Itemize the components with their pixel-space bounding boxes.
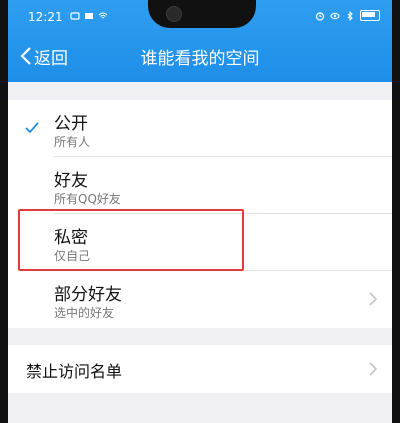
notification-icon (70, 12, 80, 20)
message-icon (85, 13, 93, 19)
status-time: 12:21 (28, 10, 63, 24)
eye-icon (330, 12, 340, 19)
page-title: 谁能看我的空间 (140, 49, 260, 69)
status-left-icons (70, 11, 108, 21)
highlight-box (18, 209, 244, 271)
phone-bezel-left (0, 0, 8, 423)
status-right-icons (315, 10, 380, 21)
option-subtitle: 所有QQ好友 (54, 192, 121, 206)
option-title: 部分好友 (54, 285, 122, 305)
alarm-icon (315, 11, 325, 21)
screen-notch (148, 0, 256, 28)
blocklist-label: 禁止访问名单 (26, 362, 123, 381)
app-header: 12:21 返回 谁能看我的空间 (8, 0, 392, 82)
option-subtitle: 所有人 (54, 135, 91, 149)
option-title: 公开 (54, 114, 88, 134)
front-camera (166, 6, 182, 22)
chevron-right-icon (369, 292, 378, 306)
option-public[interactable]: 公开 所有人 (8, 100, 392, 157)
battery-icon (360, 10, 380, 21)
option-title: 好友 (54, 171, 88, 191)
wifi-icon (98, 12, 108, 19)
phone-screen: 12:21 返回 谁能看我的空间 公开 所有人 好友 所有QQ好友 私密 仅自己… (8, 0, 392, 423)
bluetooth-icon (347, 10, 353, 21)
option-some-friends[interactable]: 部分好友 选中的好友 (8, 271, 392, 328)
blocklist-row[interactable]: 禁止访问名单 (8, 345, 392, 393)
chevron-right-icon (369, 362, 378, 376)
option-subtitle: 选中的好友 (54, 306, 115, 320)
option-friends[interactable]: 好友 所有QQ好友 (8, 157, 392, 214)
phone-bezel-right (392, 0, 400, 423)
checkmark-icon (25, 122, 39, 134)
